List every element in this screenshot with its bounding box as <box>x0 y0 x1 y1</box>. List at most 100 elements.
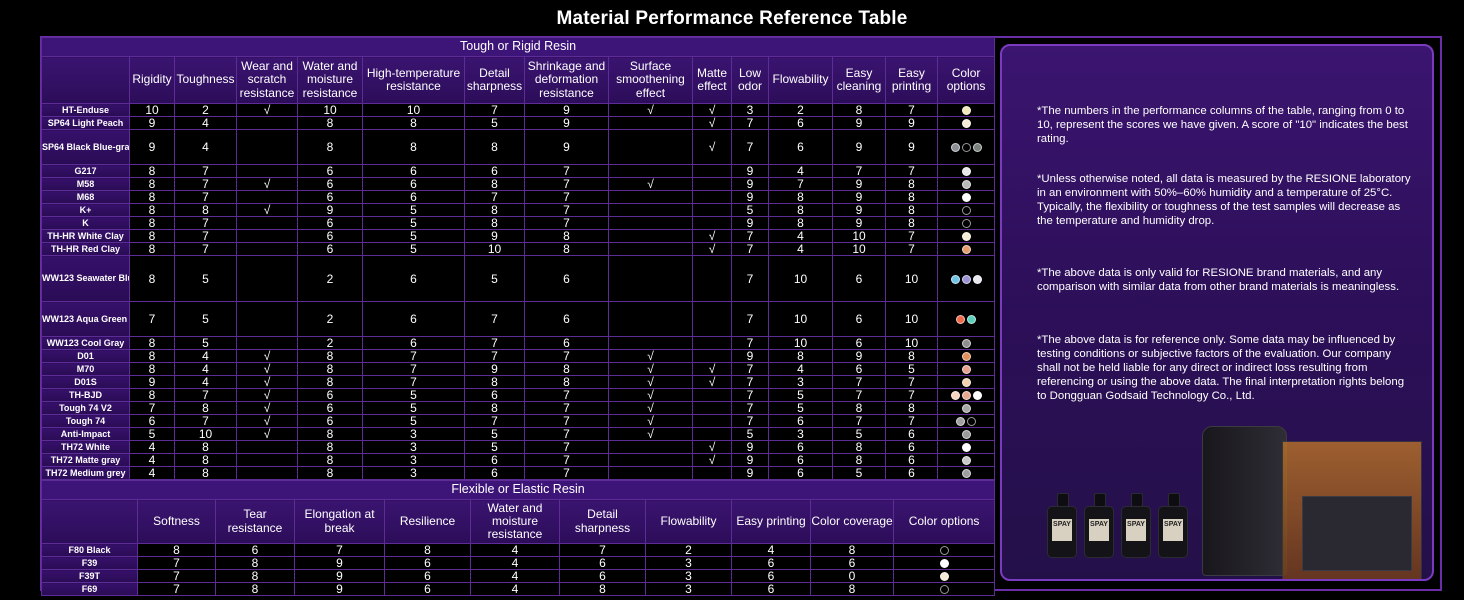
score-cell <box>236 440 298 454</box>
color-options <box>936 242 996 256</box>
score-cell: 6 <box>129 414 175 428</box>
score-cell: 7 <box>524 203 609 217</box>
score-cell: 7 <box>731 336 769 350</box>
score-cell: 4 <box>174 362 237 376</box>
score-cell: 7 <box>524 440 609 454</box>
score-cell: 7 <box>768 177 833 191</box>
color-options <box>936 414 996 428</box>
score-cell: 10 <box>297 103 363 117</box>
color-swatch <box>961 365 971 375</box>
column-header-flowability: Flowability <box>768 56 833 104</box>
score-cell: 9 <box>294 582 385 596</box>
score-cell: 6 <box>731 556 811 570</box>
color-options <box>936 349 996 363</box>
color-options <box>936 103 996 117</box>
color-swatch <box>939 585 949 595</box>
material-name: K+ <box>41 203 130 217</box>
score-cell: 9 <box>731 440 769 454</box>
material-name: HT-Enduse <box>41 103 130 117</box>
score-cell: 8 <box>297 466 363 480</box>
score-cell <box>608 301 693 337</box>
score-cell: 6 <box>362 255 465 302</box>
score-cell <box>692 466 732 480</box>
score-cell: 6 <box>464 466 525 480</box>
score-cell: 7 <box>524 466 609 480</box>
score-cell <box>608 216 693 230</box>
score-cell: 6 <box>885 453 938 467</box>
score-cell: 9 <box>731 164 769 178</box>
score-cell: 8 <box>129 177 175 191</box>
score-cell: 7 <box>174 216 237 230</box>
color-swatch <box>961 180 971 190</box>
score-cell: 3 <box>768 427 833 441</box>
score-cell: 5 <box>362 401 465 415</box>
score-cell: 7 <box>524 190 609 204</box>
column-header-color-coverage: Color coverage <box>810 499 894 544</box>
score-cell: 8 <box>129 242 175 256</box>
table-row: F80 Black 8 6 7 8 4 7 2 4 8 <box>41 543 996 557</box>
score-cell: 6 <box>464 388 525 402</box>
score-cell: 5 <box>731 427 769 441</box>
note-scoring: *The numbers in the performance columns … <box>1037 105 1408 145</box>
score-cell: 9 <box>294 569 385 583</box>
score-cell: 7 <box>731 129 769 165</box>
score-cell: 6 <box>464 164 525 178</box>
material-name: D01S <box>41 375 130 389</box>
score-cell: 3 <box>362 440 465 454</box>
material-name: WW123 Aqua Green Flaming Orange <box>41 301 130 337</box>
score-cell: 6 <box>362 177 465 191</box>
score-cell: 8 <box>885 349 938 363</box>
score-cell: 10 <box>885 255 938 302</box>
score-cell: 8 <box>464 177 525 191</box>
score-cell: 7 <box>524 453 609 467</box>
score-cell <box>692 216 732 230</box>
score-cell: 8 <box>810 543 894 557</box>
score-cell: 6 <box>832 336 886 350</box>
color-swatch <box>950 274 960 284</box>
score-cell: 5 <box>885 362 938 376</box>
score-cell: 9 <box>832 116 886 130</box>
color-swatch <box>961 430 971 440</box>
score-cell: 3 <box>768 375 833 389</box>
score-cell: 9 <box>294 556 385 570</box>
score-cell: 2 <box>297 255 363 302</box>
score-cell: 7 <box>731 116 769 130</box>
score-cell: 3 <box>362 466 465 480</box>
score-cell: 0 <box>810 569 894 583</box>
color-swatch <box>950 391 960 401</box>
score-cell: 8 <box>768 349 833 363</box>
score-cell: 7 <box>464 414 525 428</box>
score-cell: 6 <box>768 116 833 130</box>
score-cell <box>692 414 732 428</box>
column-header-toughness: Toughness <box>174 56 237 104</box>
score-cell: 9 <box>524 129 609 165</box>
resin-bottle-image: SPAY <box>1158 493 1188 558</box>
score-cell: 8 <box>464 216 525 230</box>
score-cell: 5 <box>174 336 237 350</box>
printer-base <box>1302 496 1412 571</box>
score-cell: 8 <box>129 216 175 230</box>
score-cell: 7 <box>524 216 609 230</box>
score-cell: 8 <box>362 129 465 165</box>
table-row: F39 7 8 9 6 4 6 3 6 6 <box>41 556 996 570</box>
score-cell: 6 <box>810 556 894 570</box>
score-cell: √ <box>692 229 732 243</box>
score-cell: 7 <box>294 543 385 557</box>
note-measurement: *Unless otherwise noted, all data is mea… <box>1037 173 1411 227</box>
score-cell <box>692 336 732 350</box>
color-swatch <box>967 417 977 427</box>
score-cell <box>692 203 732 217</box>
tough-resin-table: Tough or Rigid Resin Rigidity Toughness We… <box>40 37 996 480</box>
score-cell: 7 <box>731 401 769 415</box>
score-cell: 8 <box>174 466 237 480</box>
score-cell: √ <box>608 103 693 117</box>
score-cell: 8 <box>297 427 363 441</box>
color-options <box>936 216 996 230</box>
score-cell: 6 <box>832 255 886 302</box>
table-row: TH-BJD 8 7 √ 6 5 6 7 √ 7 5 7 7 <box>41 388 996 402</box>
table-row: G217 8 7 6 6 6 7 9 4 7 7 <box>41 164 996 178</box>
score-cell: 5 <box>731 203 769 217</box>
material-name: F39T <box>41 569 138 583</box>
score-cell: 6 <box>885 440 938 454</box>
color-options <box>936 164 996 178</box>
